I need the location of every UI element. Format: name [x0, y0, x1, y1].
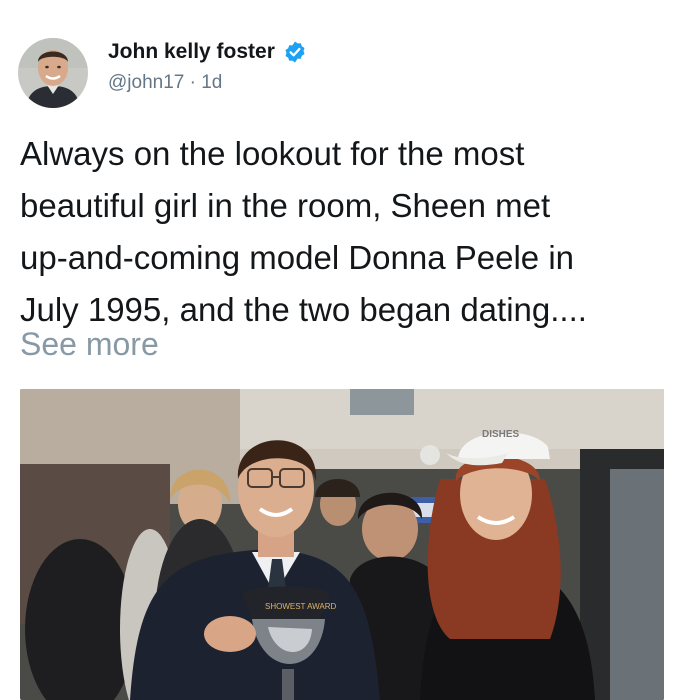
author-display-name[interactable]: John kelly foster: [108, 40, 275, 64]
tweet-text-line: beautiful girl in the room, Sheen met: [20, 187, 551, 224]
tweet-timestamp[interactable]: 1d: [201, 72, 222, 93]
author-name-row[interactable]: John kelly foster: [108, 38, 307, 66]
tweet-text-line: up-and-coming model Donna Peele in: [20, 239, 575, 276]
tweet-text: Always on the lookout for the most beaut…: [20, 128, 690, 336]
author-meta: @john17 · 1d: [108, 72, 307, 94]
tweet-photo[interactable]: SHOWEST AWARD DISHES: [20, 389, 664, 700]
author-handle[interactable]: @john17: [108, 72, 184, 93]
tweet-text-line: Always on the lookout for the most: [20, 135, 525, 172]
see-more-link[interactable]: See more: [20, 326, 159, 363]
meta-separator: ·: [189, 72, 196, 93]
trophy-label: SHOWEST AWARD: [265, 602, 336, 611]
author-avatar[interactable]: [18, 38, 88, 108]
verified-badge-icon: [283, 40, 307, 64]
tweet-header: John kelly foster @john17 · 1d: [18, 38, 682, 108]
cap-logo-text: DISHES: [482, 429, 520, 440]
